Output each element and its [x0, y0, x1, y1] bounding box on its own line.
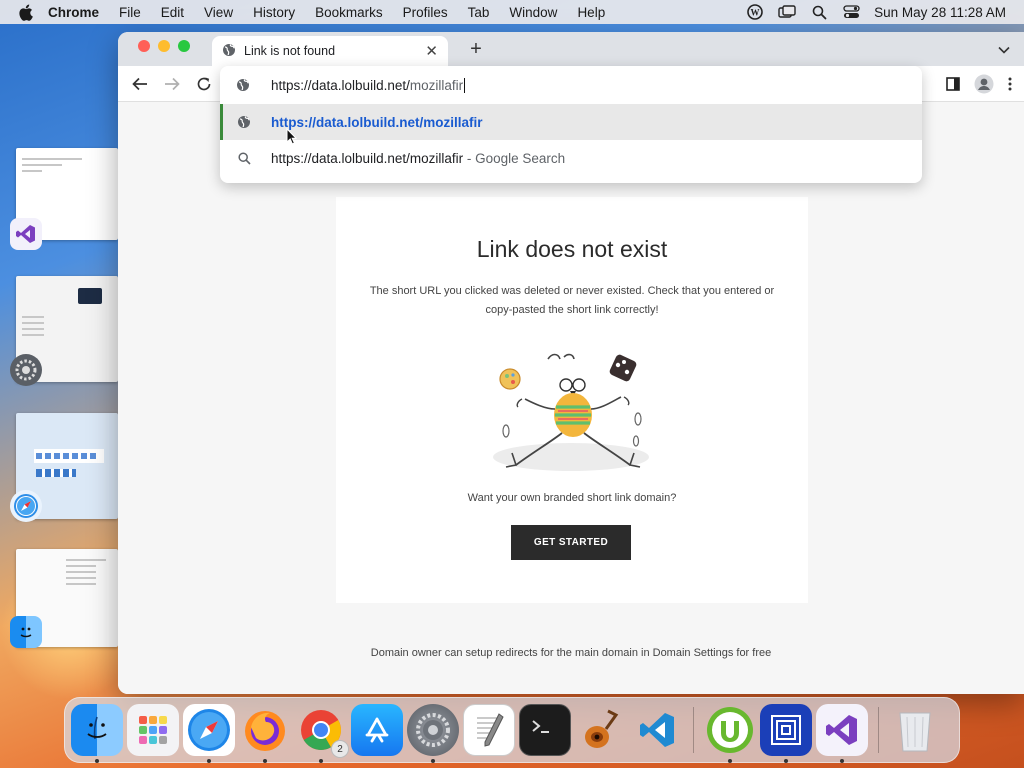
chrome-dock-icon[interactable]: 2 [295, 704, 349, 763]
launchpad-dock-icon[interactable] [127, 704, 179, 756]
error-description: The short URL you clicked was deleted or… [369, 285, 775, 316]
menu-bar: Chrome File Edit View History Bookmarks … [0, 0, 1024, 24]
menu-edit[interactable]: Edit [161, 5, 184, 20]
menu-help[interactable]: Help [577, 5, 605, 20]
visual-studio-stage-icon[interactable] [10, 218, 42, 250]
system-settings-stage-icon[interactable] [10, 354, 42, 386]
menu-app-name[interactable]: Chrome [48, 5, 99, 20]
suggestion-suffix: - Google Search [463, 150, 566, 166]
page-content: Link does not exist The short URL you cl… [118, 102, 1024, 694]
back-button[interactable] [130, 74, 150, 94]
error-card: Link does not exist The short URL you cl… [336, 197, 808, 603]
menu-profiles[interactable]: Profiles [403, 5, 448, 20]
window-switcher-icon[interactable] [778, 5, 796, 19]
menubar-clock[interactable]: Sun May 28 11:28 AM [874, 5, 1006, 20]
get-started-button[interactable]: GET STARTED [511, 525, 631, 560]
minimize-window-button[interactable] [158, 40, 170, 52]
globe-icon [222, 43, 236, 60]
trash-dock-icon[interactable] [889, 704, 941, 756]
menu-bookmarks[interactable]: Bookmarks [315, 5, 383, 20]
omnibox-dropdown: https://data.lolbuild.net/mozillafir htt… [220, 66, 922, 183]
running-indicator [431, 759, 435, 763]
globe-icon [236, 78, 252, 92]
vscode-dock-icon[interactable] [631, 704, 683, 756]
running-indicator [784, 759, 788, 763]
tab-title: Link is not found [244, 44, 336, 58]
dock: 2 [64, 697, 960, 763]
running-indicator [207, 759, 211, 763]
domain-footnote: Domain owner can setup redirects for the… [370, 647, 772, 659]
side-panel-icon[interactable] [946, 77, 960, 96]
shrug-illustration [486, 345, 656, 480]
omnibox-suggestion-search[interactable]: https://data.lolbuild.net/mozillafir - G… [220, 140, 922, 176]
running-indicator [263, 759, 267, 763]
more-menu-icon[interactable] [1008, 77, 1012, 96]
window-controls [138, 40, 190, 52]
menu-history[interactable]: History [253, 5, 295, 20]
dock-separator [693, 707, 694, 753]
garageband-dock-icon[interactable] [575, 704, 627, 756]
running-indicator [840, 759, 844, 763]
running-indicator [95, 759, 99, 763]
terminal-dock-icon[interactable] [519, 704, 571, 756]
omnibox-url-host: https://data.lolbuild.net/ [271, 77, 410, 93]
close-window-button[interactable] [138, 40, 150, 52]
textedit-dock-icon[interactable] [463, 704, 515, 756]
system-settings-dock-icon[interactable] [407, 704, 459, 763]
tab-search-icon[interactable] [998, 41, 1010, 59]
profile-avatar-icon[interactable] [974, 74, 994, 99]
safari-stage-icon[interactable] [10, 490, 42, 522]
menu-window[interactable]: Window [509, 5, 557, 20]
promo-text: Want your own branded short link domain? [467, 492, 677, 504]
dock-separator [878, 707, 879, 753]
finder-dock-icon[interactable] [71, 704, 123, 763]
tab-strip: Link is not found ✕ + [118, 32, 1024, 66]
app-store-dock-icon[interactable] [351, 704, 403, 756]
mouse-cursor-icon [286, 127, 298, 150]
omnibox-url-path: mozillafir [409, 77, 464, 93]
text-caret [464, 77, 466, 93]
forward-button[interactable] [162, 74, 182, 94]
running-indicator [728, 759, 732, 763]
control-center-icon[interactable] [842, 5, 860, 19]
new-tab-button[interactable]: + [464, 38, 488, 62]
suggestion-text: https://data.lolbuild.net/mozillafir [271, 150, 464, 166]
utorrent-dock-icon[interactable] [704, 704, 756, 763]
safari-dock-icon[interactable] [183, 704, 235, 763]
firefox-dock-icon[interactable] [239, 704, 291, 763]
chrome-window-count-badge: 2 [331, 740, 349, 758]
spotlight-search-icon[interactable] [810, 5, 828, 19]
suggestion-text: https://data.lolbuild.net/mozillafir [271, 114, 483, 130]
globe-icon [236, 115, 252, 129]
running-indicator [319, 759, 323, 763]
zoom-window-button[interactable] [178, 40, 190, 52]
omnibox-input[interactable]: https://data.lolbuild.net/mozillafir [220, 66, 922, 104]
search-icon [236, 151, 252, 165]
tab-active[interactable]: Link is not found ✕ [212, 36, 448, 66]
omnibox-suggestion-url[interactable]: https://data.lolbuild.net/mozillafir [220, 104, 922, 140]
reload-button[interactable] [194, 74, 214, 94]
finder-stage-icon[interactable] [10, 616, 42, 648]
sequence-diagram-dock-icon[interactable] [760, 704, 812, 763]
menu-tab[interactable]: Tab [468, 5, 490, 20]
apple-menu-icon[interactable] [18, 4, 34, 21]
menu-view[interactable]: View [204, 5, 233, 20]
wordpress-icon[interactable]: W [746, 4, 764, 20]
toolbar-right-controls [946, 74, 1012, 99]
svg-text:W: W [751, 8, 760, 18]
menu-file[interactable]: File [119, 5, 141, 20]
visual-studio-dock-icon[interactable] [816, 704, 868, 763]
close-tab-icon[interactable]: ✕ [425, 42, 438, 60]
page-heading: Link does not exist [476, 236, 668, 262]
